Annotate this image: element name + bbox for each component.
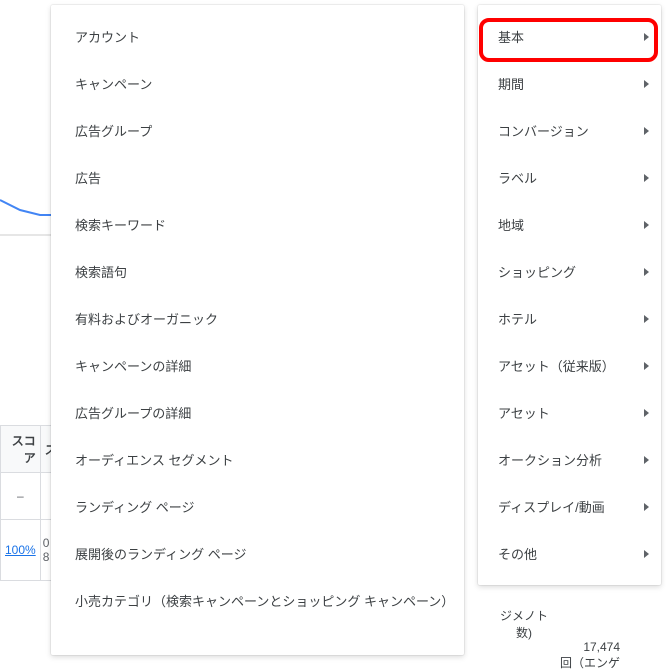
menu-item-adgroup-detail[interactable]: 広告グループの詳細 bbox=[51, 389, 464, 436]
submenu-label: オークション分析 bbox=[498, 450, 602, 469]
submenu-hotel[interactable]: ホテル bbox=[478, 295, 661, 342]
bg-th-score: スコア bbox=[1, 426, 41, 473]
submenu-label: アセット（従来版） bbox=[498, 356, 615, 375]
menu-item-campaign-detail[interactable]: キャンペーンの詳細 bbox=[51, 342, 464, 389]
submenu-label: その他 bbox=[498, 544, 537, 563]
menu-item-campaign[interactable]: キャンペーン bbox=[51, 60, 464, 107]
menu-item-ad[interactable]: 広告 bbox=[51, 154, 464, 201]
submenu-shopping[interactable]: ショッピング bbox=[478, 248, 661, 295]
submenu-label[interactable]: ラベル bbox=[478, 154, 661, 201]
submenu-asset[interactable]: アセット bbox=[478, 389, 661, 436]
chevron-right-icon bbox=[644, 80, 649, 88]
bg-td-dash: – bbox=[1, 473, 41, 520]
menu-item-account[interactable]: アカウント bbox=[51, 13, 464, 60]
chevron-right-icon bbox=[644, 503, 649, 511]
submenu-period[interactable]: 期間 bbox=[478, 60, 661, 107]
chevron-right-icon bbox=[644, 174, 649, 182]
chevron-right-icon bbox=[644, 127, 649, 135]
chevron-right-icon bbox=[644, 409, 649, 417]
submenu-region[interactable]: 地域 bbox=[478, 201, 661, 248]
submenu-basic[interactable]: 基本 bbox=[478, 13, 661, 60]
chevron-right-icon bbox=[644, 33, 649, 41]
submenu-label: 期間 bbox=[498, 74, 524, 93]
submenu-auction-analysis[interactable]: オークション分析 bbox=[478, 436, 661, 483]
chevron-right-icon bbox=[644, 456, 649, 464]
chevron-right-icon bbox=[644, 550, 649, 558]
submenu-label: ホテル bbox=[498, 309, 537, 328]
chevron-right-icon bbox=[644, 221, 649, 229]
background-text-fragment: ジメノト 数) bbox=[500, 607, 548, 641]
background-value-fragment: 17,474 回（エンゲ bbox=[560, 640, 620, 671]
column-set-menu: 基本 期間 コンバージョン ラベル 地域 ショッピング ホテル アセット（従来版… bbox=[478, 5, 661, 585]
menu-item-landing-page[interactable]: ランディング ページ bbox=[51, 483, 464, 530]
chevron-right-icon bbox=[644, 268, 649, 276]
submenu-conversion[interactable]: コンバージョン bbox=[478, 107, 661, 154]
menu-item-retail-category[interactable]: 小売カテゴリ（検索キャンペーンとショッピング キャンペーン） bbox=[51, 577, 464, 624]
submenu-label: 基本 bbox=[498, 27, 524, 46]
menu-item-ad-group[interactable]: 広告グループ bbox=[51, 107, 464, 154]
menu-item-audience-segment[interactable]: オーディエンス セグメント bbox=[51, 436, 464, 483]
submenu-label: ショッピング bbox=[498, 262, 576, 281]
submenu-label: コンバージョン bbox=[498, 121, 589, 140]
menu-item-paid-organic[interactable]: 有料およびオーガニック bbox=[51, 295, 464, 342]
submenu-label: ディスプレイ/動画 bbox=[498, 497, 605, 516]
menu-item-search-keyword[interactable]: 検索キーワード bbox=[51, 201, 464, 248]
submenu-display-video[interactable]: ディスプレイ/動画 bbox=[478, 483, 661, 530]
submenu-label: アセット bbox=[498, 403, 550, 422]
submenu-other[interactable]: その他 bbox=[478, 530, 661, 577]
submenu-asset-legacy[interactable]: アセット（従来版） bbox=[478, 342, 661, 389]
report-type-menu: アカウント キャンペーン 広告グループ 広告 検索キーワード 検索語句 有料およ… bbox=[51, 5, 464, 655]
submenu-label: 地域 bbox=[498, 215, 524, 234]
menu-item-expanded-landing-page[interactable]: 展開後のランディング ページ bbox=[51, 530, 464, 577]
bg-td-link: 100% bbox=[1, 520, 41, 581]
chevron-right-icon bbox=[644, 362, 649, 370]
menu-item-search-term[interactable]: 検索語句 bbox=[51, 248, 464, 295]
score-link[interactable]: 100% bbox=[5, 543, 36, 557]
submenu-label: ラベル bbox=[498, 168, 537, 187]
chevron-right-icon bbox=[644, 315, 649, 323]
